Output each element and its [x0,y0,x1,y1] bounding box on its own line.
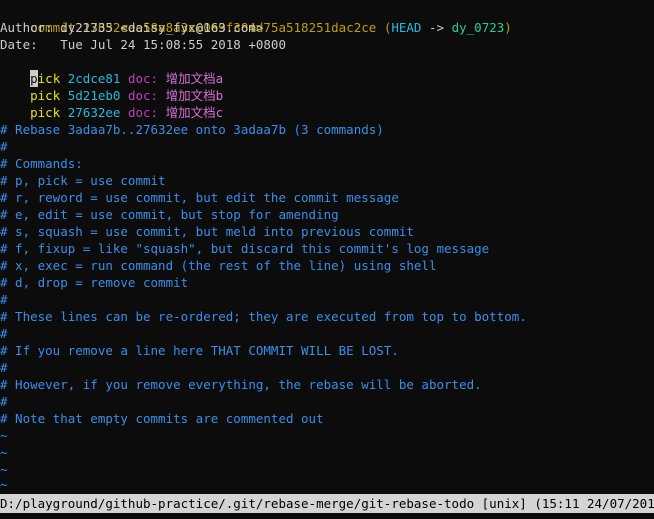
pick-line-2[interactable]: pick 5d21eb0 doc: 增加文档b [0,70,223,103]
comment-line: # [0,394,8,409]
empty-line-tilde: ~ [0,445,8,460]
comment-line: # d, drop = remove commit [0,275,189,290]
comment-line: # Commands: [0,156,83,171]
pick-command: pick [30,105,61,120]
vim-status-bar: D:/playground/github-practice/.git/rebas… [0,494,654,513]
comment-line: # Note that empty commits are commented … [0,411,324,426]
comment-line: # [0,360,8,375]
terminal-window[interactable]: commit 27632eee58a8a3c60e9f384d75a518251… [0,0,654,494]
date-line: Date: Tue Jul 24 15:08:55 2018 +0800 [0,37,286,52]
comment-line: # r, reword = use commit, but edit the c… [0,190,399,205]
head-ref: HEAD [391,20,422,35]
head-close-paren: ) [504,20,512,35]
comment-line: # e, edit = use commit, but stop for ame… [0,207,339,222]
head-arrow: -> [429,20,445,35]
comment-line: # s, squash = use commit, but meld into … [0,224,414,239]
pick-type: doc: [127,105,159,120]
comment-line: # If you remove a line here THAT COMMIT … [0,343,399,358]
comment-line: # However, if you remove everything, the… [0,377,482,392]
command-line-area[interactable] [0,513,654,519]
pick-line-1[interactable]: pick 2cdce81 doc: 增加文档a [0,53,223,87]
comment-line: # [0,139,8,154]
comment-line: # f, fixup = like "squash", but discard … [0,241,490,256]
pick-hash: 27632ee [67,105,121,120]
commit-line: commit 27632eee58a8a3c60e9f384d75a518251… [0,2,512,35]
author-line: Author: dy21335 <daisy_fyx@163.com> [0,20,264,35]
pick-line-3[interactable]: pick 27632ee doc: 增加文档c [0,87,223,120]
branch-name: dy_0723 [451,20,505,35]
comment-line: # [0,326,8,341]
comment-line: # Rebase 3adaa7b..27632ee onto 3adaa7b (… [0,122,384,137]
pick-message: 增加文档c [165,105,224,120]
comment-line: # These lines can be re-ordered; they ar… [0,309,527,324]
comment-line: # p, pick = use commit [0,173,166,188]
empty-line-tilde: ~ [0,428,8,443]
comment-line: # x, exec = run command (the rest of the… [0,258,437,273]
empty-line-tilde: ~ [0,477,8,492]
comment-line: # [0,292,8,307]
